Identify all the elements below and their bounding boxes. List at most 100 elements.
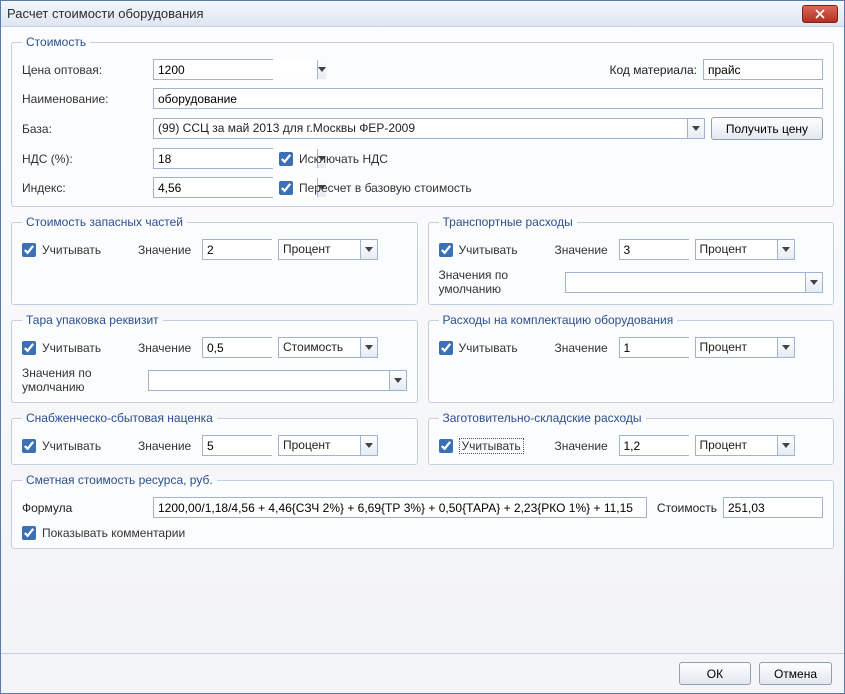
label-storage-value: Значение xyxy=(555,439,613,453)
close-icon xyxy=(815,9,825,19)
checkbox-exclude-vat-label: Исключать НДС xyxy=(299,152,388,166)
dropdown-tara-defaults[interactable] xyxy=(148,370,407,391)
checkbox-spare-label: Учитывать xyxy=(42,243,101,257)
chevron-down-icon[interactable] xyxy=(360,436,377,455)
checkbox-show-comments-label: Показывать комментарии xyxy=(42,526,185,540)
group-tara: Тара упаковка реквизит Учитывать Значени… xyxy=(11,313,418,403)
checkbox-storage-label: Учитывать xyxy=(459,438,524,454)
checkbox-spare-input[interactable] xyxy=(22,243,36,257)
label-transport-defaults: Значения по умолчанию xyxy=(439,268,559,296)
input-price-text[interactable] xyxy=(154,60,317,79)
input-price[interactable] xyxy=(153,59,273,80)
chevron-down-icon[interactable] xyxy=(360,240,377,259)
checkbox-tara-label: Учитывать xyxy=(42,341,101,355)
input-tara-value[interactable] xyxy=(202,337,272,358)
checkbox-markup-consider[interactable]: Учитывать xyxy=(22,439,132,453)
dropdown-storage-unit[interactable]: Процент xyxy=(695,435,795,456)
dropdown-spare-unit[interactable]: Процент xyxy=(278,239,378,260)
label-price: Цена оптовая: xyxy=(22,63,147,77)
input-vat[interactable] xyxy=(153,148,273,169)
checkbox-transport-consider[interactable]: Учитывать xyxy=(439,243,549,257)
input-name[interactable] xyxy=(153,88,823,109)
group-transport: Транспортные расходы Учитывать Значение … xyxy=(428,215,835,305)
label-markup-value: Значение xyxy=(138,439,196,453)
chevron-down-icon[interactable] xyxy=(777,436,794,455)
label-index: Индекс: xyxy=(22,181,147,195)
label-matcode: Код материала: xyxy=(610,63,698,77)
content-area: Стоимость Цена оптовая: Код материала: Н… xyxy=(1,27,844,653)
legend-transport: Транспортные расходы xyxy=(439,215,577,229)
checkbox-recalc-base-label: Пересчет в базовую стоимость xyxy=(299,181,472,195)
legend-storage: Заготовительно-складские расходы xyxy=(439,411,646,425)
chevron-down-icon[interactable] xyxy=(687,119,704,138)
checkbox-exclude-vat[interactable]: Исключать НДС xyxy=(279,152,388,166)
dropdown-base-value: (99) ССЦ за май 2013 для г.Москвы ФЕР-20… xyxy=(154,119,687,138)
dropdown-complete-unit-value: Процент xyxy=(696,338,777,357)
group-spare: Стоимость запасных частей Учитывать Знач… xyxy=(11,215,418,305)
input-storage-value[interactable] xyxy=(619,435,689,456)
ok-button[interactable]: ОК xyxy=(679,662,751,685)
input-markup-value[interactable] xyxy=(202,435,272,456)
checkbox-complete-input[interactable] xyxy=(439,341,453,355)
dropdown-tara-unit[interactable]: Стоимость xyxy=(278,337,378,358)
label-tara-value: Значение xyxy=(138,341,196,355)
window-title: Расчет стоимости оборудования xyxy=(7,6,802,21)
checkbox-markup-input[interactable] xyxy=(22,439,36,453)
checkbox-exclude-vat-input[interactable] xyxy=(279,152,293,166)
label-tara-defaults: Значения по умолчанию xyxy=(22,366,142,394)
dropdown-transport-defaults[interactable] xyxy=(565,272,824,293)
checkbox-complete-label: Учитывать xyxy=(459,341,518,355)
group-storage: Заготовительно-складские расходы Учитыва… xyxy=(428,411,835,465)
legend-cost: Стоимость xyxy=(22,35,90,49)
input-spare-value[interactable] xyxy=(202,239,272,260)
legend-markup: Снабженческо-сбытовая наценка xyxy=(22,411,217,425)
close-button[interactable] xyxy=(802,5,838,23)
dropdown-spare-unit-value: Процент xyxy=(279,240,360,259)
checkbox-recalc-base-input[interactable] xyxy=(279,181,293,195)
group-complete: Расходы на комплектацию оборудования Учи… xyxy=(428,313,835,403)
dialog-window: Расчет стоимости оборудования Стоимость … xyxy=(0,0,845,694)
checkbox-spare-consider[interactable]: Учитывать xyxy=(22,243,132,257)
chevron-down-icon[interactable] xyxy=(805,273,822,292)
checkbox-transport-label: Учитывать xyxy=(459,243,518,257)
dropdown-tara-unit-value: Стоимость xyxy=(279,338,360,357)
chevron-down-icon[interactable] xyxy=(360,338,377,357)
legend-tara: Тара упаковка реквизит xyxy=(22,313,163,327)
legend-estimate: Сметная стоимость ресурса, руб. xyxy=(22,473,217,487)
dropdown-markup-unit[interactable]: Процент xyxy=(278,435,378,456)
dropdown-transport-unit[interactable]: Процент xyxy=(695,239,795,260)
label-cost: Стоимость xyxy=(657,501,717,515)
checkbox-show-comments-input[interactable] xyxy=(22,526,36,540)
checkbox-transport-input[interactable] xyxy=(439,243,453,257)
titlebar: Расчет стоимости оборудования xyxy=(1,1,844,27)
chevron-down-icon[interactable] xyxy=(317,60,326,79)
dropdown-complete-unit[interactable]: Процент xyxy=(695,337,795,358)
checkbox-tara-input[interactable] xyxy=(22,341,36,355)
legend-complete: Расходы на комплектацию оборудования xyxy=(439,313,678,327)
label-base: База: xyxy=(22,122,147,136)
checkbox-storage-input[interactable] xyxy=(439,439,453,453)
chevron-down-icon[interactable] xyxy=(777,338,794,357)
checkbox-recalc-base[interactable]: Пересчет в базовую стоимость xyxy=(279,181,472,195)
checkbox-storage-consider[interactable]: Учитывать xyxy=(439,438,549,454)
checkbox-show-comments[interactable]: Показывать комментарии xyxy=(22,526,185,540)
checkbox-markup-label: Учитывать xyxy=(42,439,101,453)
checkbox-complete-consider[interactable]: Учитывать xyxy=(439,341,549,355)
group-cost: Стоимость Цена оптовая: Код материала: Н… xyxy=(11,35,834,207)
label-formula: Формула xyxy=(22,501,147,515)
chevron-down-icon[interactable] xyxy=(777,240,794,259)
input-formula[interactable] xyxy=(153,497,647,518)
cancel-button[interactable]: Отмена xyxy=(759,662,832,685)
input-cost[interactable] xyxy=(723,497,823,518)
checkbox-tara-consider[interactable]: Учитывать xyxy=(22,341,132,355)
label-complete-value: Значение xyxy=(555,341,613,355)
input-matcode[interactable] xyxy=(703,59,823,80)
input-complete-value[interactable] xyxy=(619,337,689,358)
input-index[interactable] xyxy=(153,177,273,198)
dropdown-base[interactable]: (99) ССЦ за май 2013 для г.Москвы ФЕР-20… xyxy=(153,118,705,139)
chevron-down-icon[interactable] xyxy=(389,371,406,390)
get-price-button[interactable]: Получить цену xyxy=(711,117,823,140)
legend-spare: Стоимость запасных частей xyxy=(22,215,187,229)
label-vat: НДС (%): xyxy=(22,152,147,166)
input-transport-value[interactable] xyxy=(619,239,689,260)
